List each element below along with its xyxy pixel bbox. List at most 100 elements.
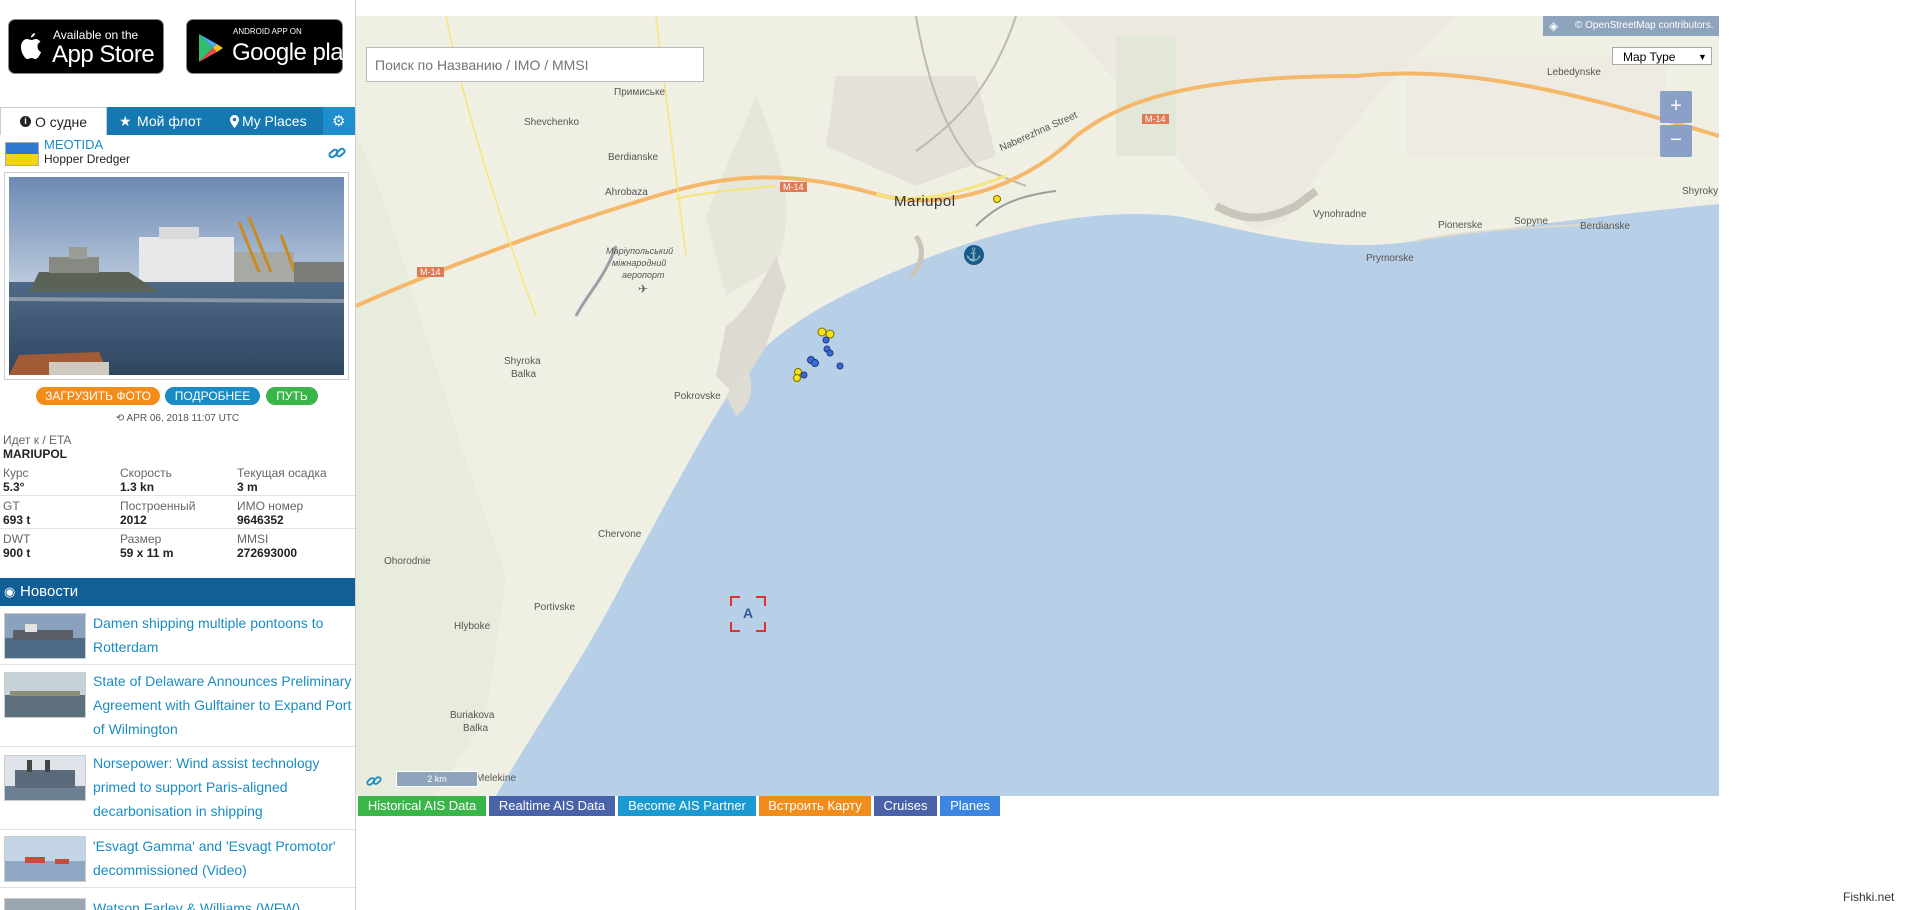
village-label: Примиське: [614, 87, 666, 98]
vessel-photo[interactable]: [4, 172, 349, 380]
layers-icon: ◈: [1549, 19, 1559, 33]
news-item[interactable]: Watson Farley & Williams (WFW): [0, 888, 355, 910]
tab-about-label: О судне: [35, 114, 88, 130]
news-item[interactable]: 'Esvagt Gamma' and 'Esvagt Promotor' dec…: [0, 830, 355, 888]
google-play-icon: [199, 34, 223, 62]
map-attribution: ◈ © OpenStreetMap contributors.: [1543, 16, 1719, 36]
village-label: Hlyboke: [454, 621, 491, 632]
airport-label: аеропорт: [622, 270, 665, 280]
news-item[interactable]: Damen shipping multiple pontoons to Rott…: [0, 607, 355, 665]
village-label: Melekine: [476, 773, 517, 784]
attribution-text: © OpenStreetMap contributors.: [1575, 20, 1714, 31]
divider: [0, 528, 355, 529]
vessel-name-link[interactable]: MEOTIDA: [44, 137, 103, 152]
tab-my-fleet[interactable]: ★ Мой флот: [118, 107, 218, 135]
speed-label: Скорость: [120, 466, 172, 480]
historical-ais-data-button[interactable]: Historical AIS Data: [358, 796, 486, 816]
news-thumbnail[interactable]: [4, 898, 86, 910]
village-label: Balka: [463, 723, 489, 734]
app-store-badge[interactable]: Available on the App Store: [8, 19, 164, 74]
news-header: ◉ Новости: [0, 578, 355, 606]
airport-label: міжнародний: [612, 258, 667, 268]
dwt-label: DWT: [3, 532, 31, 546]
upload-photo-button[interactable]: ЗАГРУЗИТЬ ФОТО: [36, 387, 160, 405]
details-button[interactable]: ПОДРОБНЕЕ: [165, 387, 260, 405]
become-ais-partner-button[interactable]: Become AIS Partner: [618, 796, 756, 816]
news-item[interactable]: State of Delaware Announces Preliminary …: [0, 665, 355, 747]
map-scale: 2 km: [396, 771, 478, 787]
tab-about-vessel[interactable]: i О судне: [0, 107, 107, 135]
rss-icon: ◉: [4, 584, 16, 599]
selected-vessel-target[interactable]: A: [730, 596, 766, 632]
sidebar: Available on the App Store ANDROID APP O…: [0, 0, 356, 910]
route-button[interactable]: ПУТЬ: [266, 387, 318, 405]
road-shield: M-14: [417, 267, 444, 277]
destination-label: Идет к / ETA: [3, 433, 72, 447]
map-marker-icon: [230, 115, 239, 128]
info-icon: i: [20, 116, 31, 127]
app-store-small-text: Available on the: [53, 28, 139, 42]
news-thumbnail[interactable]: [4, 672, 86, 718]
road-shield: M-14: [1142, 114, 1169, 124]
caret-down-icon: ▼: [1698, 52, 1707, 62]
village-label: Shyroka: [504, 356, 541, 367]
city-label-mariupol: Mariupol: [894, 193, 956, 210]
built-label: Построенный: [120, 499, 196, 513]
map-view[interactable]: Mariupol Naberezhna Street M-14 M-14 M-1…: [356, 16, 1719, 796]
road-shield: M-14: [780, 182, 807, 192]
settings-tab[interactable]: ⚙: [323, 107, 355, 135]
draught-label: Текущая осадка: [237, 466, 327, 480]
village-label: Pionerske: [1438, 220, 1483, 231]
news-item[interactable]: Norsepower: Wind assist technology prime…: [0, 747, 355, 830]
built-value: 2012: [120, 513, 147, 527]
dwt-value: 900 t: [3, 546, 31, 560]
zoom-in-button[interactable]: +: [1660, 91, 1692, 123]
realtime-ais-data-button[interactable]: Realtime AIS Data: [489, 796, 615, 816]
google-play-badge[interactable]: ANDROID APP ON Google play: [186, 19, 355, 74]
link-icon[interactable]: [328, 144, 346, 162]
news-link[interactable]: Damen shipping multiple pontoons to Rott…: [93, 611, 353, 659]
watermark-text: Fishki.net: [1843, 890, 1895, 904]
news-link[interactable]: 'Esvagt Gamma' and 'Esvagt Promotor' dec…: [93, 834, 353, 882]
google-play-big-text: Google play: [232, 39, 355, 66]
vessel-search-input[interactable]: [366, 47, 704, 82]
vessel-type: Hopper Dredger: [44, 152, 131, 166]
village-label: Sopyne: [1514, 216, 1548, 227]
size-value: 59 x 11 m: [120, 546, 174, 560]
news-thumbnail[interactable]: [4, 613, 86, 659]
gt-label: GT: [3, 499, 20, 513]
embed-map-button[interactable]: Встроить Карту: [759, 796, 871, 816]
tab-my-places[interactable]: My Places: [229, 107, 321, 135]
news-thumbnail[interactable]: [4, 836, 86, 882]
news-thumbnail[interactable]: [4, 755, 86, 801]
village-label: Balka: [511, 369, 537, 380]
village-label: Ohorodnie: [384, 556, 431, 567]
airplane-icon: ✈: [638, 282, 649, 296]
google-play-small-text: ANDROID APP ON: [233, 27, 302, 36]
store-badges: Available on the App Store ANDROID APP O…: [0, 0, 355, 104]
course-label: Курс: [3, 466, 29, 480]
ukraine-flag-icon: [5, 142, 39, 166]
size-label: Размер: [120, 532, 162, 546]
sidebar-tabs: i О судне ★ Мой флот My Places ⚙: [0, 107, 355, 135]
map-type-label: Map Type: [1623, 50, 1676, 64]
village-label: Berdianske: [608, 152, 659, 163]
news-link[interactable]: Norsepower: Wind assist technology prime…: [93, 751, 353, 823]
news-link[interactable]: Watson Farley & Williams (WFW): [93, 896, 353, 910]
speed-value: 1.3 kn: [120, 480, 155, 494]
app-store-big-text: App Store: [52, 41, 155, 68]
map-type-select[interactable]: Map Type ▼: [1612, 47, 1712, 65]
news-link[interactable]: State of Delaware Announces Preliminary …: [93, 669, 353, 741]
planes-button[interactable]: Planes: [940, 796, 1000, 816]
cruises-button[interactable]: Cruises: [874, 796, 937, 816]
link-icon[interactable]: [366, 773, 382, 789]
tab-places-label: My Places: [242, 113, 307, 129]
apple-icon: [21, 33, 41, 59]
gt-value: 693 t: [3, 513, 31, 527]
tab-fleet-label: Мой флот: [137, 113, 202, 129]
zoom-out-button[interactable]: −: [1660, 125, 1692, 157]
village-label: Portivske: [534, 602, 576, 613]
anchor-icon[interactable]: ⚓: [964, 245, 984, 265]
vessel-photo-image: [9, 177, 344, 375]
village-label: Shevchenko: [524, 117, 580, 128]
